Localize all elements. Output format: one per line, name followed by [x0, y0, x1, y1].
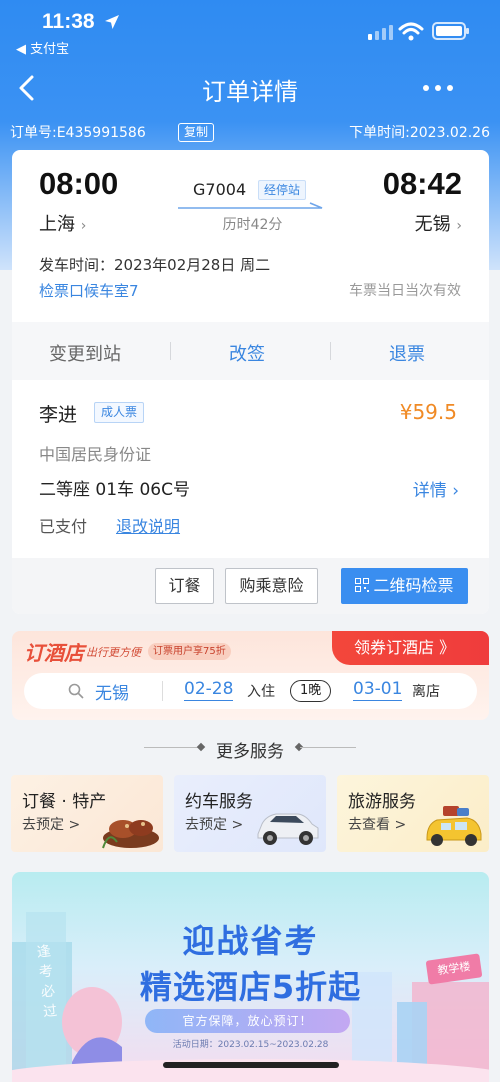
hotel-logo: 订酒店 [24, 641, 84, 665]
travel-car-icon [426, 806, 482, 846]
qr-check-in-button[interactable]: 二维码检票 [341, 568, 468, 604]
service-car[interactable]: 约车服务 去预定 > [174, 775, 326, 852]
service-food[interactable]: 订餐 · 特产 去预定 > [11, 775, 163, 852]
order-meal-button[interactable]: 订餐 [155, 568, 214, 604]
banner-headline: 迎战省考 [182, 922, 319, 960]
service-subtitle: 去预定 > [185, 817, 244, 833]
reschedule-button[interactable]: 改签 [229, 340, 265, 366]
ticket-type-badge: 成人票 [94, 402, 145, 423]
more-icon[interactable] [418, 78, 458, 98]
more-services-title: 更多服务 [216, 742, 284, 762]
departure-date: 发车时间：2023年02月28日 周二 [39, 256, 271, 274]
cellular-signal-icon [368, 24, 394, 40]
chevron-right-icon: › [452, 481, 459, 501]
hotel-promo-badge: 订票用户享75折 [148, 643, 231, 660]
banner-pill: 官方保障，放心预订！ [145, 1009, 350, 1033]
stops-link[interactable]: 经停站 [258, 180, 307, 200]
arrival-time: 08:42 [382, 166, 462, 201]
service-title: 约车服务 [185, 792, 253, 812]
seat-detail-label: 详情 [412, 481, 447, 501]
hotel-search-bar[interactable]: 无锡 02-28 入住 1晚 03-01 离店 [24, 673, 477, 709]
copy-order-button[interactable]: 复制 [178, 123, 215, 142]
status-bar: 11:38 ◀ 支付宝 [0, 0, 500, 62]
divider [300, 747, 356, 748]
status-time: 11:38 [42, 10, 95, 33]
food-icon [102, 820, 159, 849]
seat-detail-link[interactable]: 详情 › [413, 476, 459, 501]
service-title: 旅游服务 [348, 792, 416, 812]
ticket-gate[interactable]: 检票口候车室7 [39, 280, 139, 301]
nights-badge: 1晚 [290, 680, 332, 702]
nav-bar: 订单详情 [0, 62, 500, 114]
checkin-label: 入住 [247, 684, 275, 700]
divider [170, 342, 171, 360]
wifi-icon [398, 22, 424, 41]
service-subtitle: 去预定 > [22, 817, 81, 833]
search-icon [68, 683, 84, 699]
qr-button-label: 二维码检票 [373, 576, 454, 595]
service-title: 订餐 · 特产 [22, 792, 107, 812]
passenger-name: 李进 [39, 404, 78, 426]
back-to-app-link[interactable]: ◀ 支付宝 [16, 38, 69, 57]
trip-duration: 历时42分 [222, 217, 283, 233]
banner-date: 活动日期：2023.02.15~2023.02.28 [172, 1040, 329, 1050]
promo-banner[interactable]: 逢考必过 迎战省考 精选酒店5折起 教学楼 官方保障，放心预订！ 活动日期：20… [12, 872, 489, 1082]
ticket-button-row: 订餐 购乘意险 二维码检票 [12, 558, 489, 614]
checkin-date[interactable]: 02-28 [184, 678, 234, 701]
battery-icon [432, 22, 469, 40]
refund-rules-link[interactable]: 退改说明 [116, 513, 180, 537]
service-travel[interactable]: 旅游服务 去查看 > [337, 775, 489, 852]
service-subtitle: 去查看 > [348, 817, 407, 833]
checkout-label: 离店 [412, 684, 440, 700]
payment-status: 已支付 [39, 517, 88, 536]
direction-arrow-icon [178, 202, 323, 209]
hotel-slogan: 出行更方便 [86, 646, 141, 659]
checkout-date[interactable]: 03-01 [353, 678, 403, 701]
refund-button[interactable]: 退票 [389, 340, 425, 366]
order-info-line: 订单号:E435991586 复制 下单时间:2023.02.26 [10, 122, 490, 144]
divider [330, 342, 331, 360]
seat-info: 二等座 01车 06C号 [39, 480, 190, 500]
train-number: G7004 [193, 180, 247, 199]
buy-insurance-button[interactable]: 购乘意险 [225, 568, 318, 604]
home-indicator[interactable] [163, 1062, 339, 1068]
order-placed-time: 下单时间:2023.02.26 [349, 125, 490, 141]
banner-subheadline: 精选酒店5折起 [139, 968, 362, 1006]
change-station-button[interactable]: 变更到站 [49, 340, 121, 366]
location-arrow-icon [105, 15, 119, 29]
qr-code-icon [355, 578, 370, 592]
validity-note: 车票当日当次有效 [349, 283, 461, 299]
hotel-city[interactable]: 无锡 [95, 679, 129, 704]
ticket-card: 08:00 08:42 上海 › 无锡 › G7004 经停站 历时42分 发车… [12, 150, 489, 614]
id-type: 中国居民身份证 [39, 445, 152, 464]
hotel-booking-card: 订酒店 出行更方便 订票用户享75折 领券订酒店 》 无锡 02-28 入住 1… [12, 631, 489, 720]
car-icon [257, 813, 319, 845]
departure-time: 08:00 [39, 166, 119, 201]
divider [162, 681, 163, 701]
ticket-actions: 变更到站 改签 退票 [12, 322, 489, 380]
order-number: 订单号:E435991586 [10, 125, 146, 141]
ticket-price: ¥59.5 [399, 400, 457, 424]
hotel-coupon-button[interactable]: 领券订酒店 》 [332, 631, 489, 665]
